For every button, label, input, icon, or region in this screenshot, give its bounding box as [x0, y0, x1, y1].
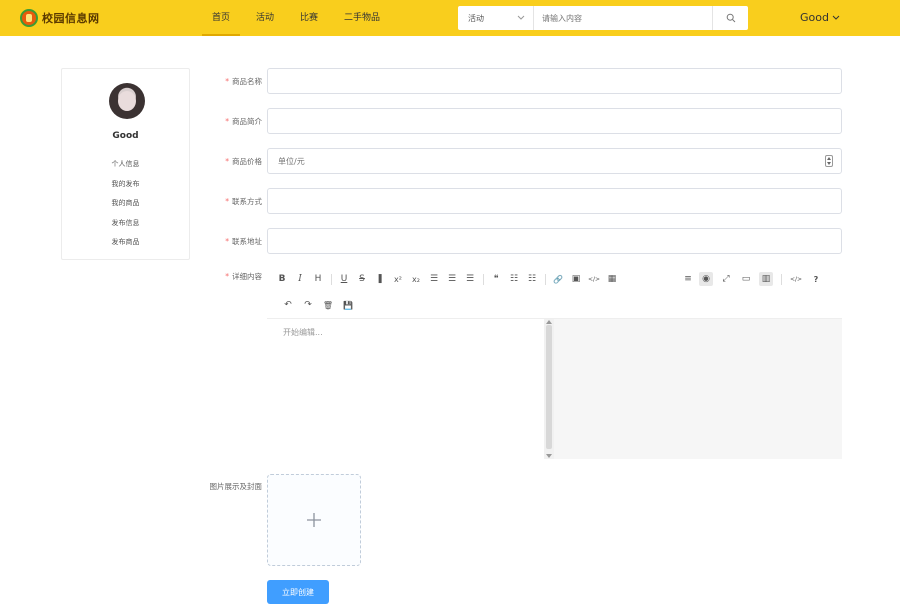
- product-name-input[interactable]: [268, 69, 841, 94]
- field-label: * 商品简介: [225, 117, 262, 126]
- mark-icon[interactable]: ❚: [373, 272, 387, 286]
- sidebar-item-my-posts[interactable]: 我的发布: [62, 175, 189, 195]
- field-label: * 商品价格: [225, 157, 262, 166]
- address-input[interactable]: [268, 229, 841, 254]
- upload-label: 图片展示及封面: [209, 482, 263, 491]
- nav-item-second-hand[interactable]: 二手物品: [332, 0, 392, 36]
- product-price-field[interactable]: [267, 148, 842, 174]
- product-price-input[interactable]: [268, 149, 841, 174]
- save-icon[interactable]: 💾: [341, 298, 355, 312]
- heading-icon[interactable]: H: [311, 272, 325, 286]
- nav-item-activities[interactable]: 活动: [244, 0, 286, 36]
- unordered-list-icon[interactable]: ☷: [525, 272, 539, 286]
- logo-text: 校园信息网: [42, 12, 100, 25]
- chevron-down-icon: [832, 15, 840, 20]
- editor-preview-pane: [554, 319, 842, 459]
- editor-placeholder: 开始编辑...: [283, 328, 323, 337]
- read-mode-icon[interactable]: ▭: [739, 272, 753, 286]
- form-row-intro: * 商品简介: [190, 108, 850, 135]
- subscript-icon[interactable]: x₂: [409, 272, 423, 286]
- html-code-icon[interactable]: </>: [789, 272, 803, 286]
- code-icon[interactable]: </>: [587, 272, 601, 286]
- quote-icon[interactable]: ❝: [489, 272, 503, 286]
- main-nav: 首页 活动 比赛 二手物品: [200, 0, 394, 36]
- product-intro-field[interactable]: [267, 108, 842, 134]
- field-label: * 联系方式: [225, 197, 262, 206]
- scroll-up-icon: [546, 320, 552, 324]
- sidebar-item-personal-info[interactable]: 个人信息: [62, 155, 189, 175]
- chevron-down-icon: [517, 15, 525, 20]
- align-center-icon[interactable]: ☰: [445, 272, 459, 286]
- profile-username: Good: [112, 131, 139, 141]
- align-left-icon[interactable]: ☰: [427, 272, 441, 286]
- sidebar-item-my-products[interactable]: 我的商品: [62, 194, 189, 214]
- image-upload-box[interactable]: [267, 474, 361, 566]
- user-menu[interactable]: Good: [800, 11, 840, 24]
- fullscreen-icon[interactable]: ⤢: [719, 272, 733, 286]
- product-intro-input[interactable]: [268, 109, 841, 134]
- redo-icon[interactable]: ↷: [301, 298, 315, 312]
- search-category-select[interactable]: 活动: [458, 6, 534, 30]
- form-row-contact: * 联系方式: [190, 188, 850, 215]
- top-header: 校园信息网 首页 活动 比赛 二手物品 活动 Good: [0, 0, 900, 36]
- logo-icon: [20, 9, 38, 27]
- scroll-thumb[interactable]: [546, 325, 552, 449]
- preview-icon[interactable]: ◉: [699, 272, 713, 286]
- field-label: * 商品名称: [225, 77, 262, 86]
- search-button[interactable]: [712, 6, 748, 30]
- search-icon: [726, 13, 735, 23]
- underline-icon[interactable]: U: [337, 272, 351, 286]
- create-button[interactable]: 立即创建: [267, 580, 329, 604]
- profile-links: 个人信息 我的发布 我的商品 发布信息 发布商品: [62, 155, 189, 253]
- form-row-address: * 联系地址: [190, 228, 850, 255]
- align-right-icon[interactable]: ☰: [463, 272, 477, 286]
- contact-input[interactable]: [268, 189, 841, 214]
- search-category-value: 活动: [468, 13, 484, 23]
- superscript-icon[interactable]: x²: [391, 272, 405, 286]
- editor-toolbar-row2: ↶ ↷ 🗑 💾: [267, 294, 842, 318]
- form-row-name: * 商品名称: [190, 68, 850, 95]
- editor-scrollbar[interactable]: [544, 319, 554, 459]
- editor-toolbar: B I H U S ❚ x² x₂ ☰ ☰ ☰ ❝ ☷ ☷ 🔗 ▣ </> ▦ …: [267, 268, 842, 292]
- sidebar-item-publish-info[interactable]: 发布信息: [62, 214, 189, 234]
- strikethrough-icon[interactable]: S: [355, 272, 369, 286]
- avatar: [109, 83, 145, 119]
- italic-icon[interactable]: I: [293, 272, 307, 286]
- search-bar: 活动: [458, 6, 748, 30]
- editor-label: * 详细内容: [225, 272, 262, 281]
- stepper-up-icon: [827, 157, 831, 160]
- trash-icon[interactable]: 🗑: [321, 298, 335, 312]
- scroll-down-icon: [546, 454, 552, 458]
- nav-item-competitions[interactable]: 比赛: [288, 0, 330, 36]
- navigation-icon[interactable]: ≡: [681, 272, 695, 286]
- stepper-down-icon: [827, 162, 831, 165]
- image-icon[interactable]: ▣: [569, 272, 583, 286]
- table-icon[interactable]: ▦: [605, 272, 619, 286]
- product-name-field[interactable]: [267, 68, 842, 94]
- search-input[interactable]: [534, 6, 712, 30]
- help-icon[interactable]: ?: [809, 272, 823, 286]
- ordered-list-icon[interactable]: ☷: [507, 272, 521, 286]
- address-field[interactable]: [267, 228, 842, 254]
- price-stepper[interactable]: [825, 155, 833, 167]
- bold-icon[interactable]: B: [275, 272, 289, 286]
- contact-field[interactable]: [267, 188, 842, 214]
- site-logo[interactable]: 校园信息网: [20, 9, 100, 27]
- markdown-editor: 开始编辑...: [267, 318, 842, 459]
- form-row-price: * 商品价格: [190, 148, 850, 175]
- editor-textarea[interactable]: 开始编辑...: [267, 319, 554, 459]
- undo-icon[interactable]: ↶: [281, 298, 295, 312]
- plus-icon: [307, 513, 321, 527]
- nav-item-home[interactable]: 首页: [200, 0, 242, 36]
- sidebar-item-publish-product[interactable]: 发布商品: [62, 233, 189, 253]
- field-label: * 联系地址: [225, 237, 262, 246]
- link-icon[interactable]: 🔗: [551, 272, 565, 286]
- user-menu-name: Good: [800, 11, 829, 24]
- profile-card: Good 个人信息 我的发布 我的商品 发布信息 发布商品: [61, 68, 190, 260]
- split-view-icon[interactable]: ▥: [759, 272, 773, 286]
